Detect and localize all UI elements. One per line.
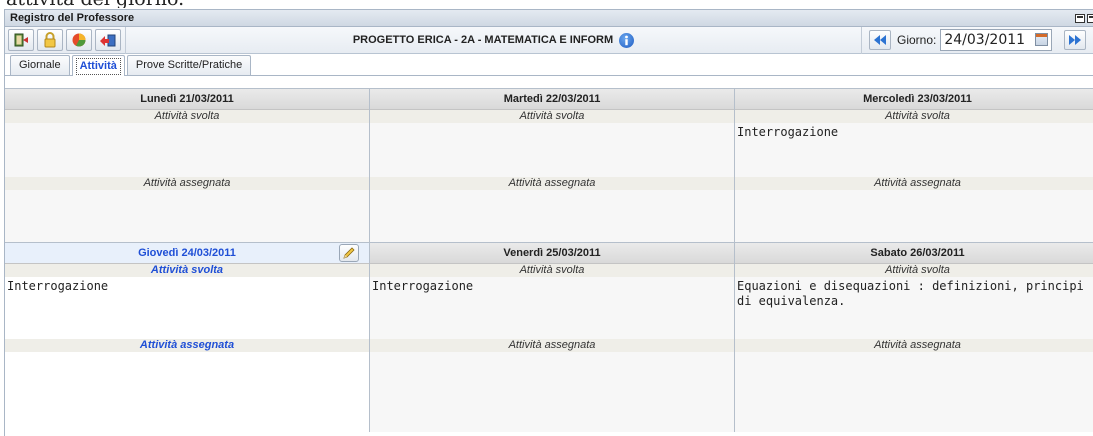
maximize-button[interactable] [1087, 13, 1093, 23]
day-header[interactable]: Venerdì 25/03/2011 [370, 242, 734, 264]
exit-button[interactable] [8, 29, 34, 51]
svolta-content [5, 123, 369, 177]
course-title: PROGETTO ERICA - 2A - MATEMATICA E INFOR… [126, 32, 861, 48]
day-header[interactable]: Martedì 22/03/2011 [370, 88, 734, 110]
svolta-content: Equazioni e disequazioni : definizioni, … [735, 277, 1093, 339]
week-row-2: Giovedì 24/03/2011 Attività svolta Inter… [5, 242, 1093, 432]
assegnata-label: Attività assegnata [370, 339, 734, 352]
minimize-button[interactable] [1075, 13, 1085, 23]
svolta-content: Interrogazione [370, 277, 734, 339]
lock-icon [44, 32, 56, 48]
svolta-content: Interrogazione [735, 123, 1093, 177]
day-column: Mercoledì 23/03/2011 Attività svolta Int… [735, 88, 1093, 242]
svolta-label: Attività svolta [370, 264, 734, 277]
course-title-text: PROGETTO ERICA - 2A - MATEMATICA E INFOR… [352, 34, 614, 46]
day-column: Lunedì 21/03/2011 Attività svolta Attivi… [5, 88, 370, 242]
assegnata-label: Attività assegnata [370, 177, 734, 190]
day-header[interactable]: Mercoledì 23/03/2011 [735, 88, 1093, 110]
tab-bar: Giornale Attività Prove Scritte/Pratiche [5, 54, 1093, 76]
day-column: Sabato 26/03/2011 Attività svolta Equazi… [735, 242, 1093, 432]
exit-icon [14, 33, 28, 47]
edit-button[interactable] [339, 244, 359, 262]
next-day-button[interactable] [1064, 30, 1087, 50]
window-title: Registro del Professore [10, 12, 135, 24]
assegnata-content [370, 352, 734, 432]
calendar-icon[interactable] [1035, 33, 1049, 46]
registro-window: Registro del Professore PROGETTO ERICA -… [4, 9, 1093, 436]
day-header-today-label: Giovedì 24/03/2011 [138, 247, 236, 259]
week-row-1: Lunedì 21/03/2011 Attività svolta Attivi… [5, 88, 1093, 242]
assegnata-label: Attività assegnata [735, 339, 1093, 352]
heading-fragment: attività del giorno. [6, 0, 184, 8]
pencil-icon [343, 247, 355, 259]
svolta-label: Attività svolta [735, 264, 1093, 277]
rewind-icon [874, 35, 886, 45]
assegnata-content [370, 190, 734, 242]
tab-attivita-label: Attività [75, 58, 121, 75]
assegnata-label: Attività assegnata [735, 177, 1093, 190]
svolta-label: Attività svolta [5, 264, 369, 277]
day-column: Martedì 22/03/2011 Attività svolta Attiv… [370, 88, 735, 242]
svolta-label: Attività svolta [370, 110, 734, 123]
day-column-today: Giovedì 24/03/2011 Attività svolta Inter… [5, 242, 370, 432]
assegnata-content [735, 352, 1093, 432]
svolta-label: Attività svolta [735, 110, 1093, 123]
statistics-button[interactable] [66, 29, 92, 51]
info-icon[interactable] [619, 32, 635, 48]
toolbar: PROGETTO ERICA - 2A - MATEMATICA E INFOR… [5, 26, 1093, 54]
pie-chart-icon [72, 33, 86, 47]
week-grid: Lunedì 21/03/2011 Attività svolta Attivi… [5, 88, 1093, 432]
svolta-label: Attività svolta [5, 110, 369, 123]
lock-button[interactable] [37, 29, 63, 51]
assegnata-content [735, 190, 1093, 242]
day-column: Venerdì 25/03/2011 Attività svolta Inter… [370, 242, 735, 432]
send-button[interactable] [95, 29, 121, 51]
tab-prove-scritte[interactable]: Prove Scritte/Pratiche [126, 55, 252, 75]
day-header[interactable]: Lunedì 21/03/2011 [5, 88, 369, 110]
day-header-today[interactable]: Giovedì 24/03/2011 [5, 242, 369, 264]
svolta-content[interactable]: Interrogazione [5, 277, 369, 339]
date-field[interactable]: 24/03/2011 [940, 29, 1053, 51]
assegnata-content[interactable] [5, 352, 369, 432]
giorno-label: Giorno: [897, 33, 937, 47]
tab-attivita[interactable]: Attività [71, 55, 125, 76]
svolta-content [370, 123, 734, 177]
send-icon [100, 34, 116, 47]
window-titlebar: Registro del Professore [5, 10, 1093, 27]
fast-forward-icon [1069, 35, 1082, 45]
date-value: 24/03/2011 [944, 32, 1026, 48]
previous-day-button[interactable] [869, 30, 891, 50]
assegnata-label: Attività assegnata [5, 339, 369, 352]
day-header[interactable]: Sabato 26/03/2011 [735, 242, 1093, 264]
date-navigator: Giorno: 24/03/2011 [861, 26, 1093, 54]
tab-giornale[interactable]: Giornale [10, 55, 70, 75]
assegnata-content [5, 190, 369, 242]
assegnata-label: Attività assegnata [5, 177, 369, 190]
